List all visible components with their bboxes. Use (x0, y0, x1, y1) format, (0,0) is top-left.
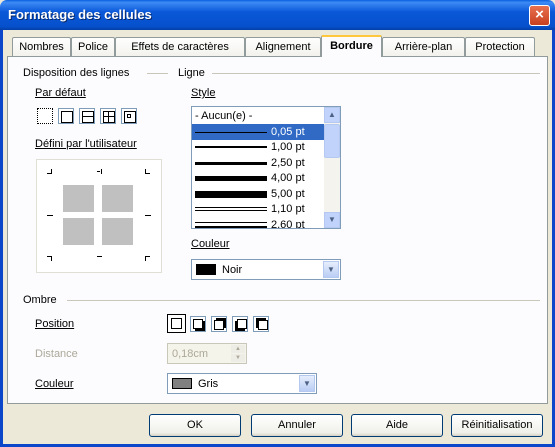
line-style-sample (195, 225, 267, 228)
default-label: Par défaut (35, 87, 86, 99)
line-style-sample (195, 161, 267, 165)
line-style-label: 1,00 pt (271, 141, 305, 153)
preview-cell (63, 185, 94, 212)
shadow-none-button[interactable] (167, 314, 186, 333)
border-preview[interactable] (36, 159, 162, 273)
scroll-down-button[interactable]: ▼ (324, 212, 340, 228)
line-style-option[interactable]: 1,00 pt (192, 139, 325, 155)
close-icon: × (535, 6, 544, 23)
line-color-label: Couleur (191, 238, 230, 250)
style-list-scrollbar[interactable]: ▲ ▼ (324, 107, 340, 228)
tab-protection[interactable]: Protection (465, 37, 535, 56)
shadow-bottom-right-icon (193, 319, 203, 329)
line-style-label: 2,50 pt (271, 156, 305, 169)
line-style-sample (195, 190, 267, 198)
outer-horizontal-icon (82, 111, 94, 123)
shadow-distance-field[interactable]: 0,18cm ▲ ▼ (167, 343, 247, 364)
line-separator (212, 73, 540, 74)
line-arrangement-title: Disposition des lignes (23, 67, 130, 79)
user-defined-label: Défini par l'utilisateur (35, 138, 137, 150)
line-arrangement-separator (147, 73, 168, 74)
chevron-down-icon[interactable]: ▼ (299, 375, 315, 392)
line-style-sample (195, 131, 267, 133)
outer-inner-icon (124, 111, 136, 123)
line-style-label: 0,05 pt (271, 125, 305, 138)
shadow-color-value: Gris (198, 378, 219, 390)
tab-arriere-plan[interactable]: Arrière-plan (382, 37, 465, 56)
scroll-thumb[interactable] (324, 124, 340, 158)
line-style-option[interactable]: 0,05 pt (192, 123, 325, 140)
cancel-button[interactable]: Annuler (251, 414, 343, 437)
line-section-title: Ligne (178, 67, 205, 79)
spin-up-icon[interactable]: ▲ (231, 345, 245, 353)
shadow-top-right-icon (214, 320, 224, 330)
outer-all-inner-icon (103, 111, 115, 123)
preset-outer-inner[interactable] (121, 108, 137, 124)
tab-police[interactable]: Police (71, 37, 115, 56)
shadow-distance-value: 0,18cm (172, 348, 209, 360)
style-label: Style (191, 87, 216, 99)
line-style-label: 1,10 pt (271, 203, 305, 215)
arrow-up-icon: ▲ (328, 110, 336, 119)
line-style-option[interactable]: 2,50 pt (192, 155, 325, 171)
shadow-position-label: Position (35, 318, 75, 330)
line-color-dropdown[interactable]: Noir ▼ (191, 259, 341, 280)
shadow-distance-label: Distance (35, 348, 78, 360)
preview-cell (63, 218, 94, 245)
line-color-value: Noir (222, 264, 243, 276)
shadow-bottom-right-button[interactable] (190, 316, 206, 332)
line-style-label: 5,00 pt (271, 187, 305, 200)
preset-outer-all-inner[interactable] (100, 108, 116, 124)
shadow-section-title: Ombre (23, 294, 57, 306)
line-style-option[interactable]: 2,60 pt (192, 217, 325, 229)
tab-alignement[interactable]: Alignement (245, 37, 321, 56)
shadow-bottom-left-button[interactable] (232, 316, 248, 332)
shadow-top-right-button[interactable] (211, 316, 227, 332)
window-title: Formatage des cellules (8, 7, 152, 22)
arrow-down-icon: ▼ (328, 215, 336, 224)
ok-button[interactable]: OK (149, 414, 241, 437)
line-style-sample (195, 176, 267, 181)
tab-effets-caracteres[interactable]: Effets de caractères (115, 37, 245, 56)
help-button[interactable]: Aide (351, 414, 443, 437)
line-style-label: 4,00 pt (271, 172, 305, 184)
reset-button[interactable]: Réinitialisation (451, 414, 543, 437)
tab-nombres[interactable]: Nombres (12, 37, 71, 56)
line-style-option[interactable]: 4,00 pt (192, 170, 325, 186)
line-style-label: - Aucun(e) - (195, 110, 253, 122)
chevron-down-icon[interactable]: ▼ (323, 261, 339, 278)
shadow-bottom-left-icon (237, 319, 247, 329)
spin-down-icon[interactable]: ▼ (231, 354, 245, 362)
preset-outer-border[interactable] (58, 108, 74, 124)
preview-cell (102, 185, 133, 212)
close-button[interactable]: × (529, 5, 550, 26)
line-style-sample (195, 146, 267, 148)
line-style-option[interactable]: - Aucun(e) - (192, 108, 325, 124)
shadow-top-left-button[interactable] (253, 316, 269, 332)
preview-cell (102, 218, 133, 245)
no-shadow-icon (171, 318, 182, 329)
line-style-label: 2,60 pt (271, 218, 305, 229)
shadow-top-left-icon (258, 320, 268, 330)
tab-bordure[interactable]: Bordure (321, 35, 382, 57)
outer-border-icon (61, 111, 73, 123)
scroll-up-button[interactable]: ▲ (324, 107, 340, 123)
line-style-list[interactable]: - Aucun(e) - 0,05 pt 1,00 pt 2,50 pt 4,00 pt… (191, 106, 341, 229)
shadow-color-swatch (172, 378, 192, 389)
shadow-color-dropdown[interactable]: Gris ▼ (167, 373, 317, 394)
line-style-sample (195, 210, 267, 211)
shadow-separator (67, 300, 540, 301)
line-style-option[interactable]: 1,10 pt (192, 201, 325, 217)
line-style-option[interactable]: 5,00 pt (192, 186, 325, 202)
shadow-color-label: Couleur (35, 378, 74, 390)
line-color-swatch (196, 264, 216, 275)
preset-outer-horizontal[interactable] (79, 108, 95, 124)
line-style-sample (195, 221, 267, 223)
line-style-sample (195, 206, 267, 208)
preset-no-border[interactable] (37, 108, 53, 124)
